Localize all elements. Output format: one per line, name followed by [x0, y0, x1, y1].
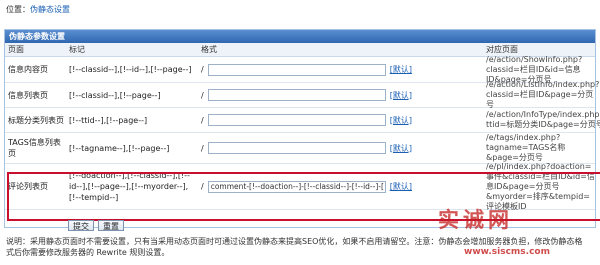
target-url: /e/pl/index.php?doaction=事件&classid=栏目ID…	[486, 161, 595, 211]
watermark-brand: 实诚网	[438, 208, 513, 232]
format-input-comment-list[interactable]: comment-[!--doaction--]-[!--classid--]-[…	[207, 180, 386, 193]
format-input-info-content[interactable]	[207, 63, 386, 76]
slash-text: /	[201, 115, 204, 125]
default-link[interactable]: [默认]	[390, 90, 412, 101]
default-link[interactable]: [默认]	[390, 143, 412, 154]
mark-text: [!--doaction--],[!--classid--],[!--id--]…	[69, 171, 190, 202]
breadcrumb-label: 位置：	[6, 5, 30, 14]
target-url: /e/action/ListInfo/index.php?classid=栏目I…	[486, 80, 600, 109]
mark-text: [!--tagname--],[!--page--]	[69, 143, 170, 153]
form-buttons: 提交 重置	[68, 220, 124, 231]
format-input-title-type-list[interactable]	[207, 114, 386, 126]
table-row: 信息列表页 [!--classid--],[!--page--] / [默认] …	[5, 80, 600, 109]
slash-text: /	[201, 182, 204, 191]
format-cell: / [默认]	[201, 57, 469, 82]
page-name: 评论列表页	[8, 182, 48, 191]
submit-button[interactable]: 提交	[68, 220, 94, 231]
slash-text: /	[201, 65, 204, 74]
default-link[interactable]: [默认]	[390, 64, 412, 75]
format-cell: / comment-[!--doaction--]-[!--classid--]…	[201, 164, 469, 209]
page-name: TAGS信息列表页	[8, 138, 61, 158]
settings-panel: 伪静态参数设置 页面 标记 格式 对应页面 信息内容页 [!--classid-…	[4, 29, 600, 228]
target-url: /e/tags/index.php?tagname=TAGS名称&page=分页…	[486, 133, 566, 162]
mark-text: [!--ttid--],[!--page--]	[69, 115, 148, 125]
page-name: 信息内容页	[8, 65, 48, 74]
breadcrumb: 位置：伪静态设置	[6, 4, 70, 15]
format-input-tags-list[interactable]	[207, 142, 386, 154]
header-format: 格式	[201, 45, 217, 54]
slash-text: /	[201, 90, 204, 100]
target-url: /e/action/InfoType/index.php?ttid=标题分类ID…	[486, 110, 600, 129]
breadcrumb-link-pseudo-static[interactable]: 伪静态设置	[30, 5, 70, 14]
reset-button[interactable]: 重置	[98, 220, 124, 231]
table-row: TAGS信息列表页 [!--tagname--],[!--page--] / […	[5, 133, 595, 164]
mark-text: [!--classid--],[!--id--],[!--page--]	[69, 65, 192, 74]
mark-text: [!--classid--],[!--page--]	[69, 90, 161, 100]
format-cell: / [默认]	[201, 108, 469, 132]
slash-text: /	[201, 143, 204, 153]
format-cell: / [默认]	[201, 83, 469, 107]
page-name: 标题分类列表页	[8, 115, 64, 125]
panel-title: 伪静态参数设置	[5, 30, 595, 43]
default-link[interactable]: [默认]	[390, 181, 412, 192]
default-link[interactable]: [默认]	[390, 115, 412, 126]
header-page: 页面	[8, 45, 24, 54]
table-row: 标题分类列表页 [!--ttid--],[!--page--] / [默认] /…	[5, 108, 600, 133]
target-url: /e/action/ShowInfo.php?classid=栏目ID&id=信…	[486, 54, 583, 84]
watermark-url: www.siscms.com	[464, 247, 550, 257]
format-cell: / [默认]	[201, 133, 469, 163]
page-name: 信息列表页	[8, 90, 48, 100]
format-input-info-list[interactable]	[207, 89, 386, 101]
header-mark: 标记	[69, 45, 85, 54]
